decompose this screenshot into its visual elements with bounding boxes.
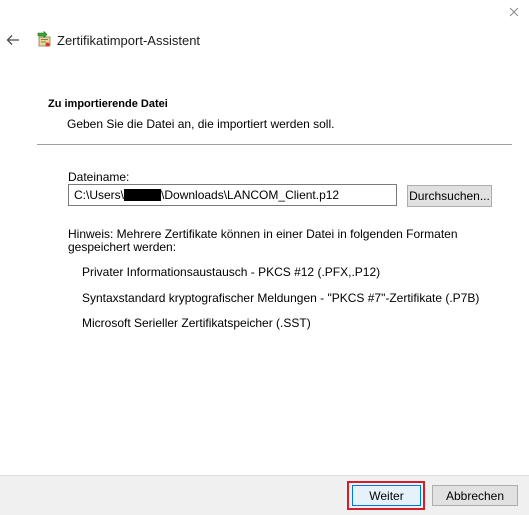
back-button[interactable] xyxy=(4,31,22,49)
redacted-username xyxy=(124,189,162,201)
filename-path-prefix: C:\Users\ xyxy=(74,188,125,202)
filename-label: Dateiname: xyxy=(68,170,130,184)
close-button[interactable] xyxy=(498,0,529,24)
certificate-import-wizard-window: Zertifikatimport-Assistent Zu importiere… xyxy=(0,0,529,515)
filename-field[interactable]: C:\Users\ \Downloads\LANCOM_Client.p12 xyxy=(68,184,397,206)
browse-button[interactable]: Durchsuchen... xyxy=(407,185,492,207)
hint-text: Hinweis: Mehrere Zertifikate können in e… xyxy=(68,227,458,254)
certificate-import-icon xyxy=(37,31,51,47)
cancel-button[interactable]: Abbrechen xyxy=(432,485,518,506)
format-item-sst: Microsoft Serieller Zertifikatspeicher (… xyxy=(82,316,311,330)
header-divider xyxy=(37,144,512,145)
section-description: Geben Sie die Datei an, die importiert w… xyxy=(67,117,335,131)
section-heading: Zu importierende Datei xyxy=(48,98,168,110)
close-icon xyxy=(509,7,518,17)
next-button[interactable]: Weiter xyxy=(352,485,421,506)
format-item-pkcs12: Privater Informationsaustausch - PKCS #1… xyxy=(82,265,381,279)
wizard-title: Zertifikatimport-Assistent xyxy=(57,33,201,48)
filename-path-suffix: \Downloads\LANCOM_Client.p12 xyxy=(161,188,340,202)
format-item-pkcs7: Syntaxstandard kryptografischer Meldunge… xyxy=(82,291,480,305)
back-arrow-icon xyxy=(6,35,19,45)
